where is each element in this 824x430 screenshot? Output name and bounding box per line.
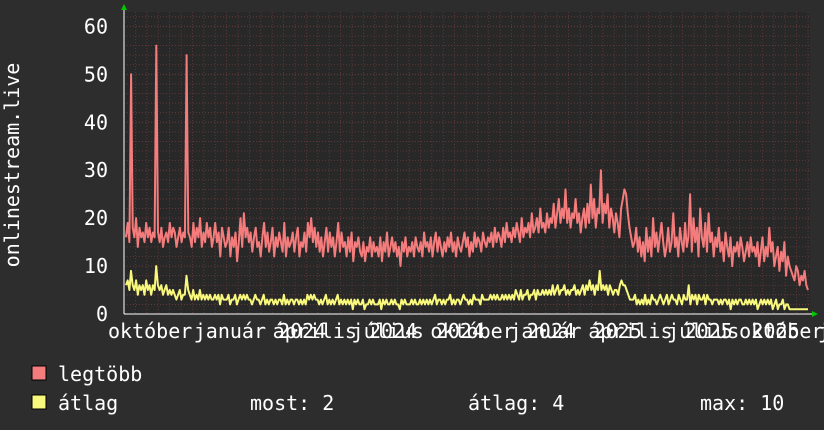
y-tick-label: 30 [84,158,108,182]
x-axis-arrow-icon [812,311,818,317]
legend-swatch-legtobb [31,365,47,381]
x-tick-label: október 2025 [739,319,824,343]
stat-average: átlag: 4 [468,391,564,415]
y-tick-label: 40 [84,110,108,134]
y-tick-labels: 0 10 20 30 40 50 60 [84,14,108,326]
chart-container: 0 10 20 30 40 50 60 október január 2024 április … [0,0,824,430]
y-tick-label: 10 [84,254,108,278]
legend-swatch-atlag [31,394,47,410]
y-tick-label: 20 [84,206,108,230]
stat-now: most: 2 [250,391,334,415]
x-tick-label: január 2026 [818,319,824,343]
y-tick-label: 0 [96,302,108,326]
x-tick-labels: október január 2024április 2024július 202… [108,319,824,343]
legend-label-atlag: átlag [58,391,118,415]
y-axis-arrow-icon [121,4,127,10]
legend-label-legtobb: legtöbb [58,362,142,386]
line-chart: 0 10 20 30 40 50 60 október január 2024április … [0,4,824,415]
legend: legtöbb átlag most: 2 átlag: 4 max: 10 [31,362,784,415]
x-tick-label: október [108,319,192,343]
y-tick-label: 50 [84,62,108,86]
stat-max: max: 10 [700,391,784,415]
y-axis-label: onlinestream.live [0,63,24,268]
y-tick-label: 60 [84,14,108,38]
